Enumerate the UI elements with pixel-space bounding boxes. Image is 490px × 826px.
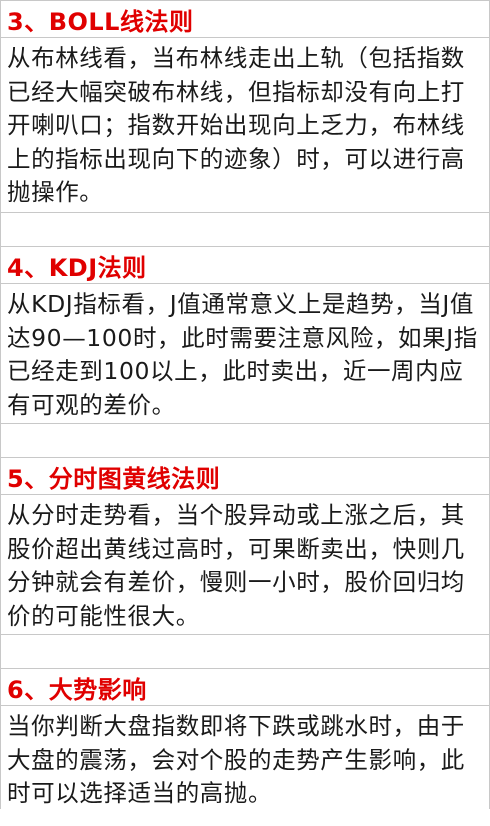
spacer-row bbox=[1, 213, 489, 247]
section-body-yellow-line: 从分时走势看，当个股异动或上涨之后，其股价超出黄线过高时，可果断卖出，快则几分钟… bbox=[1, 495, 489, 635]
section-heading-market-trend: 6、大势影响 bbox=[1, 669, 489, 706]
section-body-market-trend: 当你判断大盘指数即将下跌或跳水时，由于大盘的震荡，会对个股的走势产生影响，此时可… bbox=[7, 712, 465, 807]
section-heading-yellow-line: 5、分时图黄线法则 bbox=[1, 458, 489, 495]
section-body-boll: 从布林线看，当布林线走出上轨（包括指数已经大幅突破布林线，但指标却没有向上打开喇… bbox=[1, 38, 489, 213]
document-table: 3、BOLL线法则 从布林线看，当布林线走出上轨（包括指数已经大幅突破布林线，但… bbox=[0, 0, 490, 809]
spacer-row bbox=[1, 424, 489, 458]
section-body-kdj: 从KDJ指标看，J值通常意义上是趋势，当J值达90—100时，此时需要注意风险，… bbox=[1, 284, 489, 424]
spacer-row bbox=[1, 635, 489, 669]
section-heading-boll: 3、BOLL线法则 bbox=[1, 1, 489, 38]
section-heading-kdj: 4、KDJ法则 bbox=[1, 247, 489, 284]
